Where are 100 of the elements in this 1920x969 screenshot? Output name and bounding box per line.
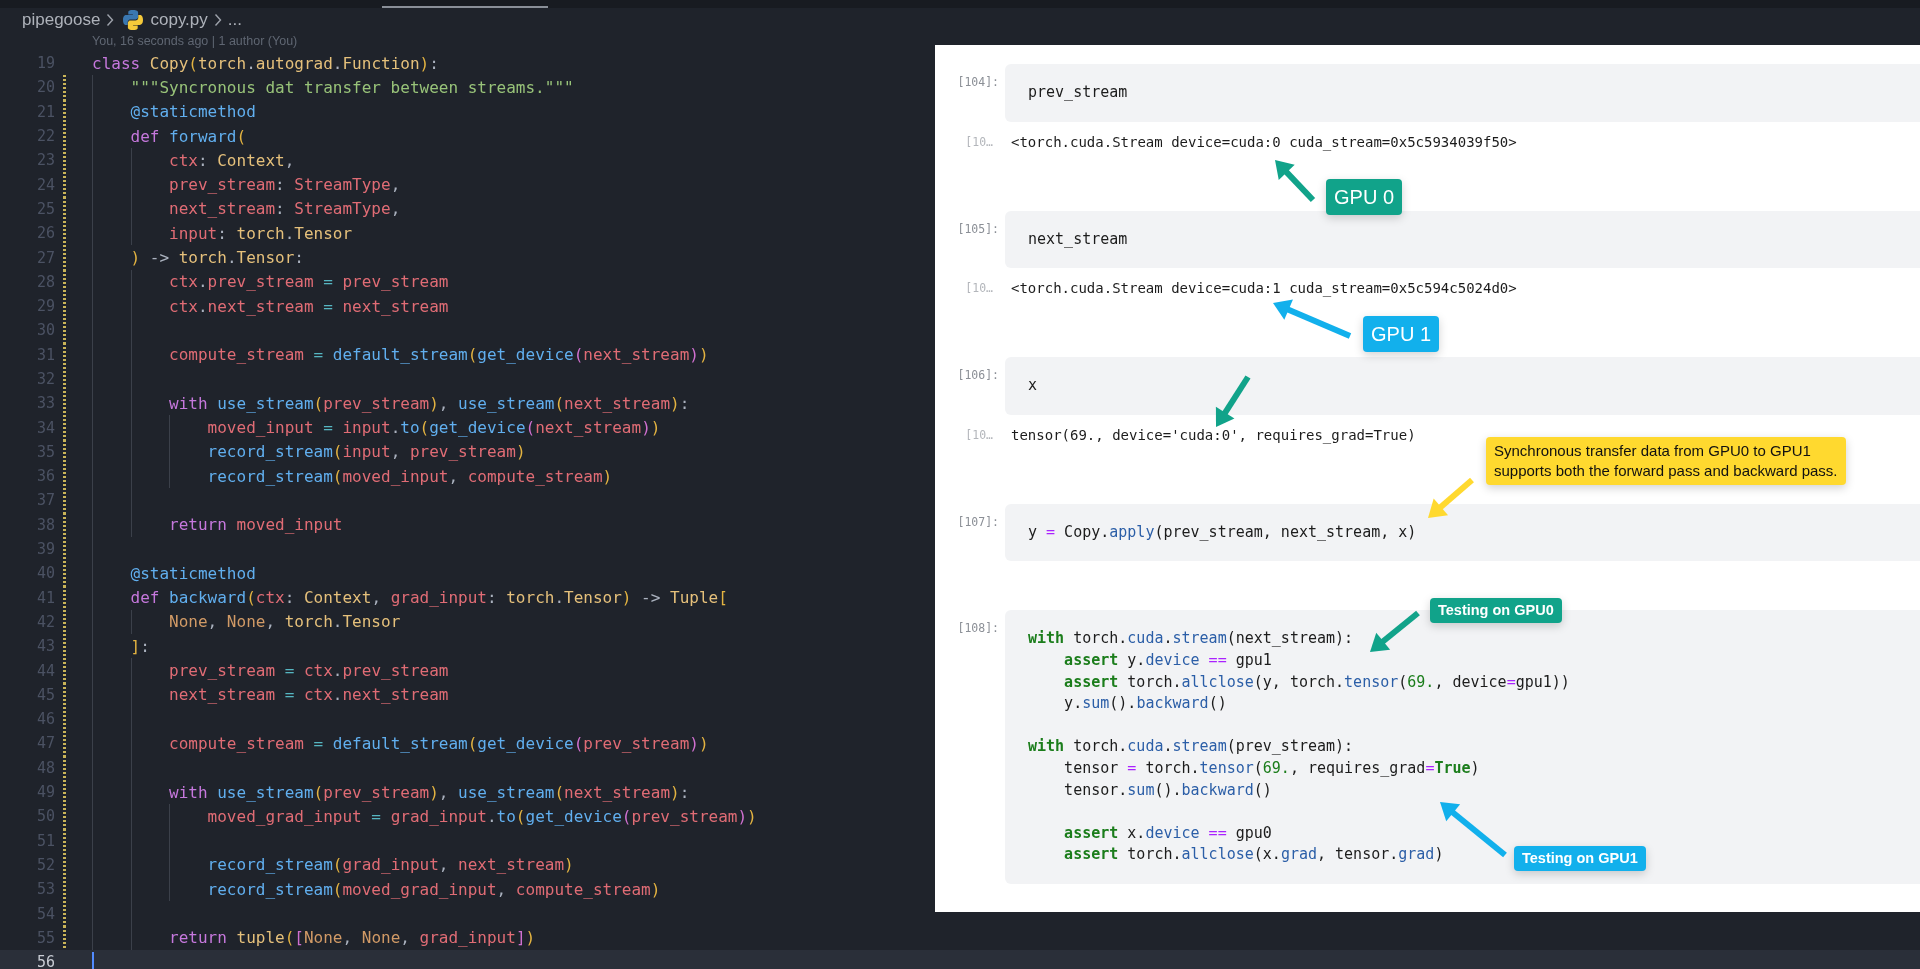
code-line: next_stream = ctx.next_stream: [169, 685, 449, 705]
output-prompt: [10…: [964, 281, 994, 296]
code-line: with torch.cuda.stream(next_stream):: [1028, 628, 1354, 650]
callout-badge: Testing on GPU0: [1430, 598, 1562, 623]
code-line: compute_stream = default_stream(get_device(prev_stream)): [169, 733, 709, 753]
code-line: next_stream: StreamType,: [169, 199, 401, 219]
line-number: 29: [35, 297, 55, 316]
callout-badge: Testing on GPU1: [1514, 846, 1646, 871]
code-line: ctx.next_stream = next_stream: [169, 296, 449, 316]
line-number: 21: [35, 102, 55, 121]
code-line: ctx: Context,: [169, 150, 295, 170]
code-line: assert y.device == gpu1: [1063, 649, 1272, 671]
code-line: ) -> torch.Tensor:: [130, 248, 304, 267]
line-number: 54: [35, 904, 55, 923]
code-line: record_stream(moved_grad_input, compute_stream): [207, 879, 661, 899]
line-number: 43: [35, 637, 55, 656]
code-line: """Syncronous dat transfer between streams.""": [130, 77, 574, 97]
code-line: moved_input = input.to(get_device(next_stream)): [207, 418, 661, 438]
line-number: 42: [35, 612, 55, 631]
line-number: 45: [35, 685, 55, 704]
cell-prompt: [107]:: [956, 513, 1000, 531]
code-line: @staticmethod: [130, 102, 256, 122]
code-line: prev_stream: [1028, 82, 1128, 103]
line-number: 23: [35, 151, 55, 170]
code-line: ctx.prev_stream = prev_stream: [169, 272, 449, 292]
code-cell[interactable]: prev_stream: [1005, 64, 1920, 122]
line-number: 27: [35, 248, 55, 267]
code-line: record_stream(input, prev_stream): [207, 442, 526, 462]
code-line: assert torch.allclose(y, torch.tensor(69., device=gpu1)): [1063, 671, 1570, 693]
code-line: prev_stream: StreamType,: [169, 175, 401, 195]
line-number: 35: [35, 442, 55, 461]
code-line: None, None, torch.Tensor: [169, 612, 401, 632]
line-number: 20: [35, 78, 55, 97]
line-number: 40: [35, 564, 55, 583]
line-number: 39: [35, 540, 55, 559]
code-line: tensor = torch.tensor(69., requires_grad=True): [1063, 757, 1480, 779]
code-line: assert x.device == gpu0: [1063, 822, 1272, 844]
code-line: x: [1028, 375, 1038, 397]
chevron-icon: [213, 13, 222, 27]
code-line: return tuple([None, None, grad_input]): [169, 928, 536, 948]
line-number: 52: [35, 855, 55, 874]
line-number: 33: [35, 394, 55, 413]
chevron-icon: [106, 13, 115, 27]
cell-prompt: [106]:: [956, 367, 1000, 385]
code-line: with use_stream(prev_stream), use_stream(next_stream):: [169, 393, 690, 413]
output-text: tensor(69., device='cuda:0', requires_grad=True): [1011, 426, 1416, 443]
callout-badge: GPU 0: [1326, 179, 1403, 215]
code-line: with use_stream(prev_stream), use_stream(next_stream):: [169, 782, 690, 802]
code-line: y = Copy.apply(prev_stream, next_stream, x): [1028, 521, 1417, 543]
code-line: @staticmethod: [130, 563, 256, 583]
line-number: 26: [35, 224, 55, 243]
line-number: 56: [35, 953, 55, 969]
line-number: 48: [35, 758, 55, 777]
output-prompt: [10…: [964, 427, 994, 442]
line-number: 55: [35, 928, 55, 947]
code-cell[interactable]: x: [1005, 357, 1920, 415]
callout-note: Synchronous transfer data from GPU0 to GPU1 supports both the forward pass and backward pass.: [1486, 437, 1846, 485]
code-line: y.sum().backward(): [1063, 693, 1227, 715]
breadcrumb-item[interactable]: pipegoose: [22, 10, 101, 30]
breadcrumb-item[interactable]: ...: [227, 10, 242, 30]
line-number: 44: [35, 661, 55, 680]
cell-prompt: [108]:: [956, 620, 1000, 638]
breadcrumb-item[interactable]: copy.py: [150, 10, 208, 30]
code-cell[interactable]: next_stream: [1005, 210, 1920, 269]
code-line: class Copy(torch.autograd.Function):: [92, 53, 439, 73]
code-line: assert torch.allclose(x.grad, tensor.grad): [1063, 844, 1444, 866]
line-number: 53: [35, 880, 55, 899]
line-number: 51: [35, 831, 55, 850]
blame-annotation: You, 16 seconds ago | 1 author (You): [91, 33, 299, 50]
cell-prompt: [104]:: [956, 74, 1000, 91]
line-number: 38: [35, 515, 55, 534]
line-number: 22: [35, 127, 55, 146]
code-line: record_stream(moved_input, compute_stream): [207, 466, 613, 486]
line-number: 24: [35, 175, 55, 194]
output-prompt: [10…: [964, 134, 994, 149]
code-line: next_stream: [1028, 228, 1128, 250]
line-number: 46: [35, 710, 55, 729]
line-number: 34: [35, 418, 55, 437]
line-number: 41: [35, 588, 55, 607]
code-line: record_stream(grad_input, next_stream): [207, 855, 574, 875]
cell-prompt: [105]:: [956, 220, 1000, 238]
line-number: 36: [35, 467, 55, 486]
callout-badge: GPU 1: [1363, 316, 1440, 352]
code-line: input: torch.Tensor: [169, 223, 353, 243]
output-text: <torch.cuda.Stream device=cuda:1 cuda_stream=0x5c594c5024d0>: [1011, 280, 1517, 297]
output-text: <torch.cuda.Stream device=cuda:0 cuda_stream=0x5c5934039f50>: [1011, 133, 1517, 150]
python-file-icon: [122, 9, 145, 31]
line-number: 50: [35, 807, 55, 826]
line-number: 19: [35, 54, 55, 73]
code-cell[interactable]: y = Copy.apply(prev_stream, next_stream, x): [1005, 503, 1920, 562]
line-number: 49: [35, 783, 55, 802]
code-line: moved_grad_input = grad_input.to(get_device(prev_stream)): [207, 806, 757, 826]
code-line: def backward(ctx: Context, grad_input: torch.Tensor) -> Tuple[: [130, 588, 728, 608]
line-number: 28: [35, 272, 55, 291]
line-number: 25: [35, 199, 55, 218]
line-number: 47: [35, 734, 55, 753]
line-number: 32: [35, 370, 55, 388]
code-line: ]:: [130, 636, 150, 656]
code-line: compute_stream = default_stream(get_device(next_stream)): [169, 345, 709, 365]
line-number: 37: [35, 491, 55, 510]
